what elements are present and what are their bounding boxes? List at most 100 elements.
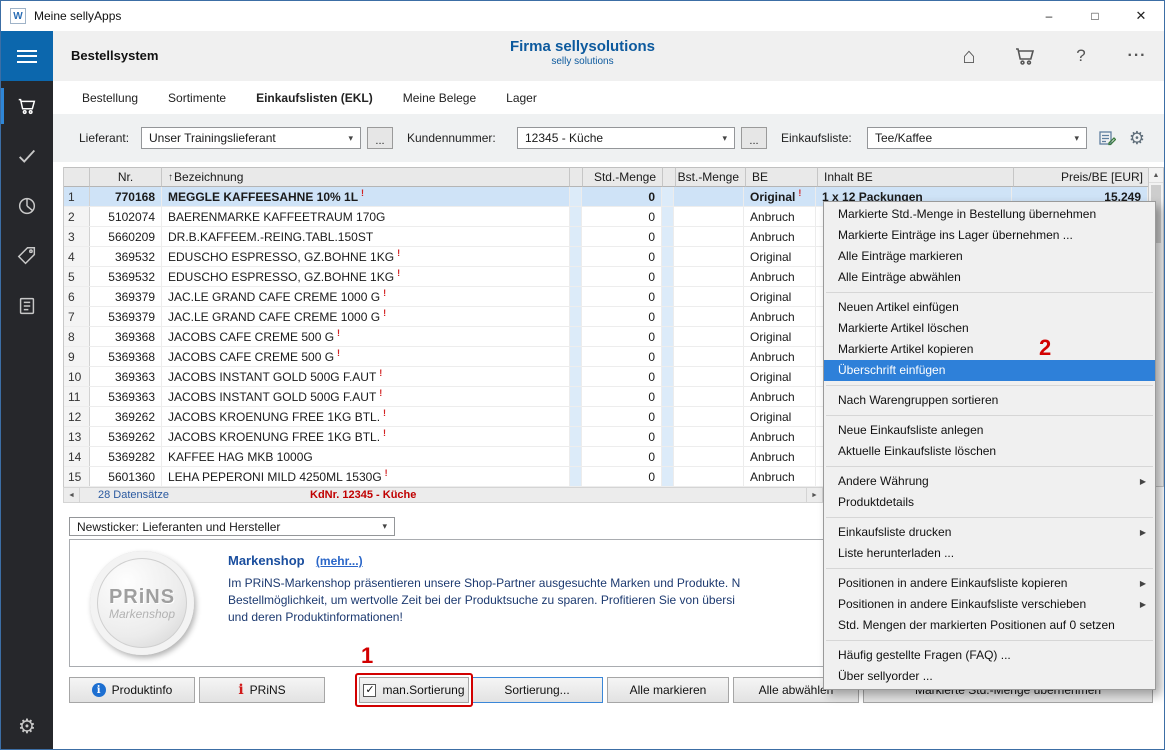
menu-item-ekl-loeschen[interactable]: Aktuelle Einkaufsliste löschen [824, 441, 1155, 462]
header-indicator[interactable] [663, 167, 676, 187]
app-header: Bestellsystem Firma sellysolutions selly… [1, 31, 1164, 81]
alert-flag-icon: ! [383, 408, 386, 418]
einkaufsliste-select[interactable]: Tee/Kaffee ▾ [867, 127, 1087, 149]
cell-indicator [662, 227, 674, 246]
header-inhalt-be[interactable]: Inhalt BE [818, 167, 1014, 187]
cell-bezeichnung: KAFFEE HAG MKB 1000G [162, 447, 570, 466]
context-menu: Markierte Std.-Menge in Bestellung übern… [823, 201, 1156, 690]
menu-item-alle-eintraege-abwaehlen[interactable]: Alle Einträge abwählen [824, 267, 1155, 288]
lieferant-select[interactable]: Unser Trainingslieferant ▾ [141, 127, 361, 149]
cell-bezeichnung: JACOBS KROENUNG FREE 1KG BTL.! [162, 427, 570, 446]
newsticker-select[interactable]: Newsticker: Lieferanten und Hersteller ▾ [69, 517, 395, 536]
cell-std-menge: 0 [582, 407, 662, 426]
header-preis-be[interactable]: Preis/BE [EUR] [1014, 167, 1150, 187]
record-count: 28 Datensätze [98, 488, 169, 502]
header-rownum[interactable] [64, 167, 90, 187]
hamburger-menu-button[interactable] [1, 31, 53, 81]
cell-nr: 5369368 [90, 347, 162, 366]
list-settings-gear-icon[interactable]: ⚙ [1125, 126, 1149, 150]
help-icon[interactable]: ? [1068, 41, 1094, 71]
scroll-right-icon[interactable]: ► [806, 488, 822, 502]
menu-item-pos-kopieren[interactable]: Positionen in andere Einkaufsliste kopie… [824, 573, 1155, 594]
menu-item-faq[interactable]: Häufig gestellte Fragen (FAQ) ... [824, 645, 1155, 666]
alle-markieren-label: Alle markieren [630, 683, 707, 697]
menu-item-eintraege-lager[interactable]: Markierte Einträge ins Lager übernehmen … [824, 225, 1155, 246]
menu-item-liste-herunterladen[interactable]: Liste herunterladen ... [824, 543, 1155, 564]
tab-lager[interactable]: Lager [491, 91, 552, 105]
cell-nr: 5369379 [90, 307, 162, 326]
lieferant-browse-button[interactable]: ... [367, 127, 393, 149]
prins-icon: i [238, 682, 243, 698]
cell-indicator [570, 447, 582, 466]
alert-flag-icon: ! [361, 188, 364, 198]
cell-indicator [662, 347, 674, 366]
sidebar-item-catalog[interactable] [1, 281, 53, 331]
cell-indicator [662, 467, 674, 486]
sortierung-button[interactable]: Sortierung... [471, 677, 603, 703]
menu-item-artikel-einfuegen[interactable]: Neuen Artikel einfügen [824, 297, 1155, 318]
logo-text-bottom: Markenshop [109, 607, 175, 621]
menu-item-artikel-loeschen[interactable]: Markierte Artikel löschen [824, 318, 1155, 339]
cell-be: Original [744, 407, 816, 426]
sidebar-item-prices[interactable] [1, 231, 53, 281]
menu-item-alle-eintraege-markieren[interactable]: Alle Einträge markieren [824, 246, 1155, 267]
alert-flag-icon: ! [397, 268, 400, 278]
home-icon[interactable]: ⌂ [956, 41, 982, 71]
sidebar-item-statistics[interactable] [1, 181, 53, 231]
news-more-link[interactable]: (mehr...) [316, 554, 363, 568]
header-bst-menge[interactable]: Bst.-Menge [676, 167, 746, 187]
news-title: Markenshop [228, 553, 305, 568]
check-icon [16, 145, 38, 167]
tab-meine-belege[interactable]: Meine Belege [388, 91, 491, 105]
header-bezeichnung[interactable]: ↑Bezeichnung [162, 167, 570, 187]
menu-item-andere-waehrung[interactable]: Andere Währung▶ [824, 471, 1155, 492]
minimize-button[interactable]: – [1026, 1, 1072, 31]
menu-item-ueber-sellyorder[interactable]: Über sellyorder ... [824, 666, 1155, 687]
menu-item-produktdetails[interactable]: Produktdetails [824, 492, 1155, 513]
cell-indicator [570, 287, 582, 306]
maximize-button[interactable]: □ [1072, 1, 1118, 31]
annotation-step-2: 2 [1039, 335, 1051, 361]
produktinfo-button[interactable]: i Produktinfo [69, 677, 195, 703]
scroll-up-icon[interactable]: ▲ [1149, 168, 1163, 183]
tab-bestellung[interactable]: Bestellung [67, 91, 153, 105]
menu-item-std-menge-bestellung[interactable]: Markierte Std.-Menge in Bestellung übern… [824, 204, 1155, 225]
menu-item-ekl-drucken[interactable]: Einkaufsliste drucken▶ [824, 522, 1155, 543]
cell-indicator [662, 327, 674, 346]
edit-list-icon[interactable] [1095, 126, 1119, 150]
sidebar-item-checklist[interactable] [1, 131, 53, 181]
menu-item-pos-verschieben[interactable]: Positionen in andere Einkaufsliste versc… [824, 594, 1155, 615]
tab-einkaufslisten[interactable]: Einkaufslisten (EKL) [241, 91, 388, 105]
cell-std-menge: 0 [582, 207, 662, 226]
scroll-left-icon[interactable]: ◄ [64, 488, 80, 502]
cart-icon[interactable] [1012, 41, 1038, 71]
menu-item-artikel-kopieren[interactable]: Markierte Artikel kopieren [824, 339, 1155, 360]
header-be[interactable]: BE [746, 167, 818, 187]
header-indicator[interactable] [570, 167, 583, 187]
close-button[interactable]: ✕ [1118, 1, 1164, 31]
settings-gear-icon[interactable]: ⚙ [1, 709, 53, 743]
alle-markieren-button[interactable]: Alle markieren [607, 677, 729, 703]
cell-nr: 369363 [90, 367, 162, 386]
table-header: Nr.↑Bezeichnung Std.-Menge Bst.-MengeBEInh… [64, 167, 1163, 187]
cell-indicator [662, 367, 674, 386]
header-nr[interactable]: Nr. [90, 167, 162, 187]
alert-flag-icon: ! [397, 248, 400, 258]
cell-bst-menge [674, 427, 744, 446]
cell-std-menge: 0 [582, 327, 662, 346]
header-std-menge[interactable]: Std.-Menge [583, 167, 663, 187]
kundennummer-browse-button[interactable]: ... [741, 127, 767, 149]
menu-item-std-mengen-null[interactable]: Std. Mengen der markierten Positionen au… [824, 615, 1155, 636]
prins-button[interactable]: i PRiNS [199, 677, 325, 703]
menu-item-ueberschrift-einfuegen[interactable]: Überschrift einfügen [824, 360, 1155, 381]
menu-item-ekl-anlegen[interactable]: Neue Einkaufsliste anlegen [824, 420, 1155, 441]
cell-std-menge: 0 [582, 367, 662, 386]
tab-sortimente[interactable]: Sortimente [153, 91, 241, 105]
menu-separator [826, 292, 1153, 293]
sidebar-item-cart[interactable] [1, 81, 53, 131]
submenu-arrow-icon: ▶ [1140, 471, 1146, 492]
logo-text-top: PRiNS [109, 586, 175, 609]
menu-item-warengruppen-sortieren[interactable]: Nach Warengruppen sortieren [824, 390, 1155, 411]
kundennummer-select[interactable]: 12345 - Küche ▾ [517, 127, 735, 149]
more-options-icon[interactable]: ··· [1124, 41, 1150, 71]
